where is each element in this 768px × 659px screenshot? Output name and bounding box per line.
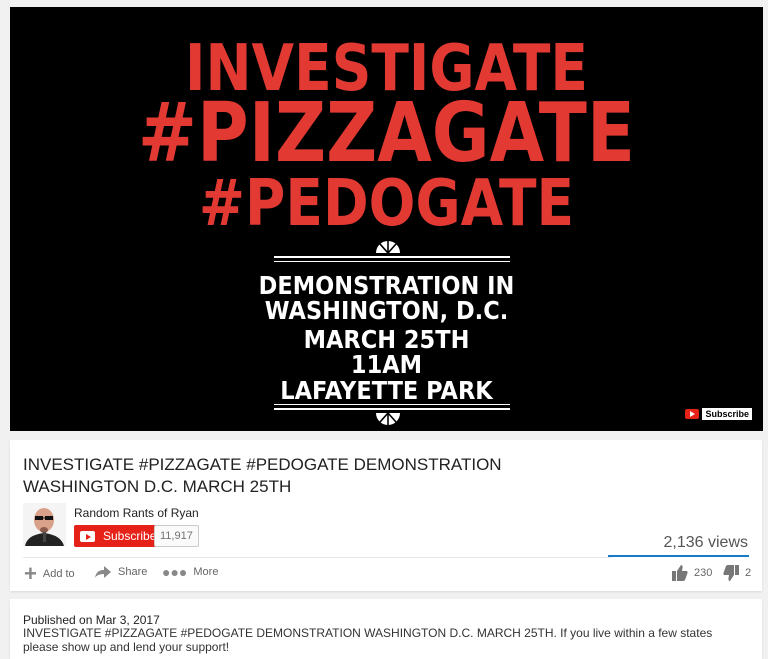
share-button[interactable]: Share xyxy=(94,565,147,579)
thumbs-up-icon xyxy=(672,565,688,581)
publish-date: Published on Mar 3, 2017 xyxy=(23,613,160,627)
dislike-button[interactable]: 2 xyxy=(723,565,751,581)
poster-line: WASHINGTON, D.C. xyxy=(264,296,509,325)
divider xyxy=(23,557,612,558)
video-title: INVESTIGATE #PIZZAGATE #PEDOGATE DEMONST… xyxy=(23,455,502,496)
youtube-logo-icon xyxy=(80,530,95,542)
poster-line: #PIZZAGATE xyxy=(137,86,636,181)
poster-rule xyxy=(274,408,510,410)
ornament-bottom-icon xyxy=(376,412,400,425)
poster-line: LAFAYETTE PARK xyxy=(280,376,493,405)
add-to-label: Add to xyxy=(42,568,75,580)
video-info-card: INVESTIGATE #PIZZAGATE #PEDOGATE DEMONST… xyxy=(10,440,762,591)
like-count: 230 xyxy=(694,567,713,579)
video-player[interactable]: INVESTIGATE #PIZZAGATE #PEDOGATE DEMONST… xyxy=(10,7,763,431)
more-label: More xyxy=(193,566,219,578)
sentiment-bar xyxy=(608,555,749,557)
view-count: 2,136 views xyxy=(663,534,749,551)
like-button[interactable]: 230 xyxy=(672,565,712,581)
poster-line: #PEDOGATE xyxy=(198,167,575,241)
ornament-top-icon xyxy=(376,241,400,254)
poster-rule xyxy=(274,404,510,405)
poster-rule xyxy=(274,256,510,258)
share-icon xyxy=(95,566,111,578)
share-label: Share xyxy=(118,566,148,578)
subscriber-count: 11,917 xyxy=(154,525,199,547)
plus-icon: + xyxy=(24,561,37,586)
description-text: INVESTIGATE #PIZZAGATE #PEDOGATE DEMONST… xyxy=(23,626,713,654)
add-to-button[interactable]: + Add to xyxy=(24,561,75,586)
channel-name[interactable]: Random Rants of Ryan xyxy=(74,506,199,520)
avatar[interactable] xyxy=(23,503,66,546)
poster-line: DEMONSTRATION IN xyxy=(258,271,515,300)
watermark-label: Subscribe xyxy=(702,408,752,420)
channel-avatar-icon xyxy=(23,503,66,546)
youtube-logo-icon xyxy=(685,409,700,419)
description-card: Published on Mar 3, 2017 INVESTIGATE #PI… xyxy=(10,599,762,659)
more-button[interactable]: ●●● More xyxy=(162,565,218,579)
poster-line: MARCH 25TH xyxy=(303,325,470,354)
dislike-count: 2 xyxy=(745,567,752,579)
thumbs-down-icon xyxy=(723,565,739,581)
subscribe-watermark[interactable]: Subscribe xyxy=(685,408,752,420)
more-dots-icon: ●●● xyxy=(162,564,188,580)
subscribe-label: Subscribe xyxy=(103,529,157,543)
poster-line: 11AM xyxy=(350,350,423,379)
subscribe-button[interactable]: Subscribe xyxy=(74,525,165,547)
poster-rule xyxy=(274,261,510,262)
